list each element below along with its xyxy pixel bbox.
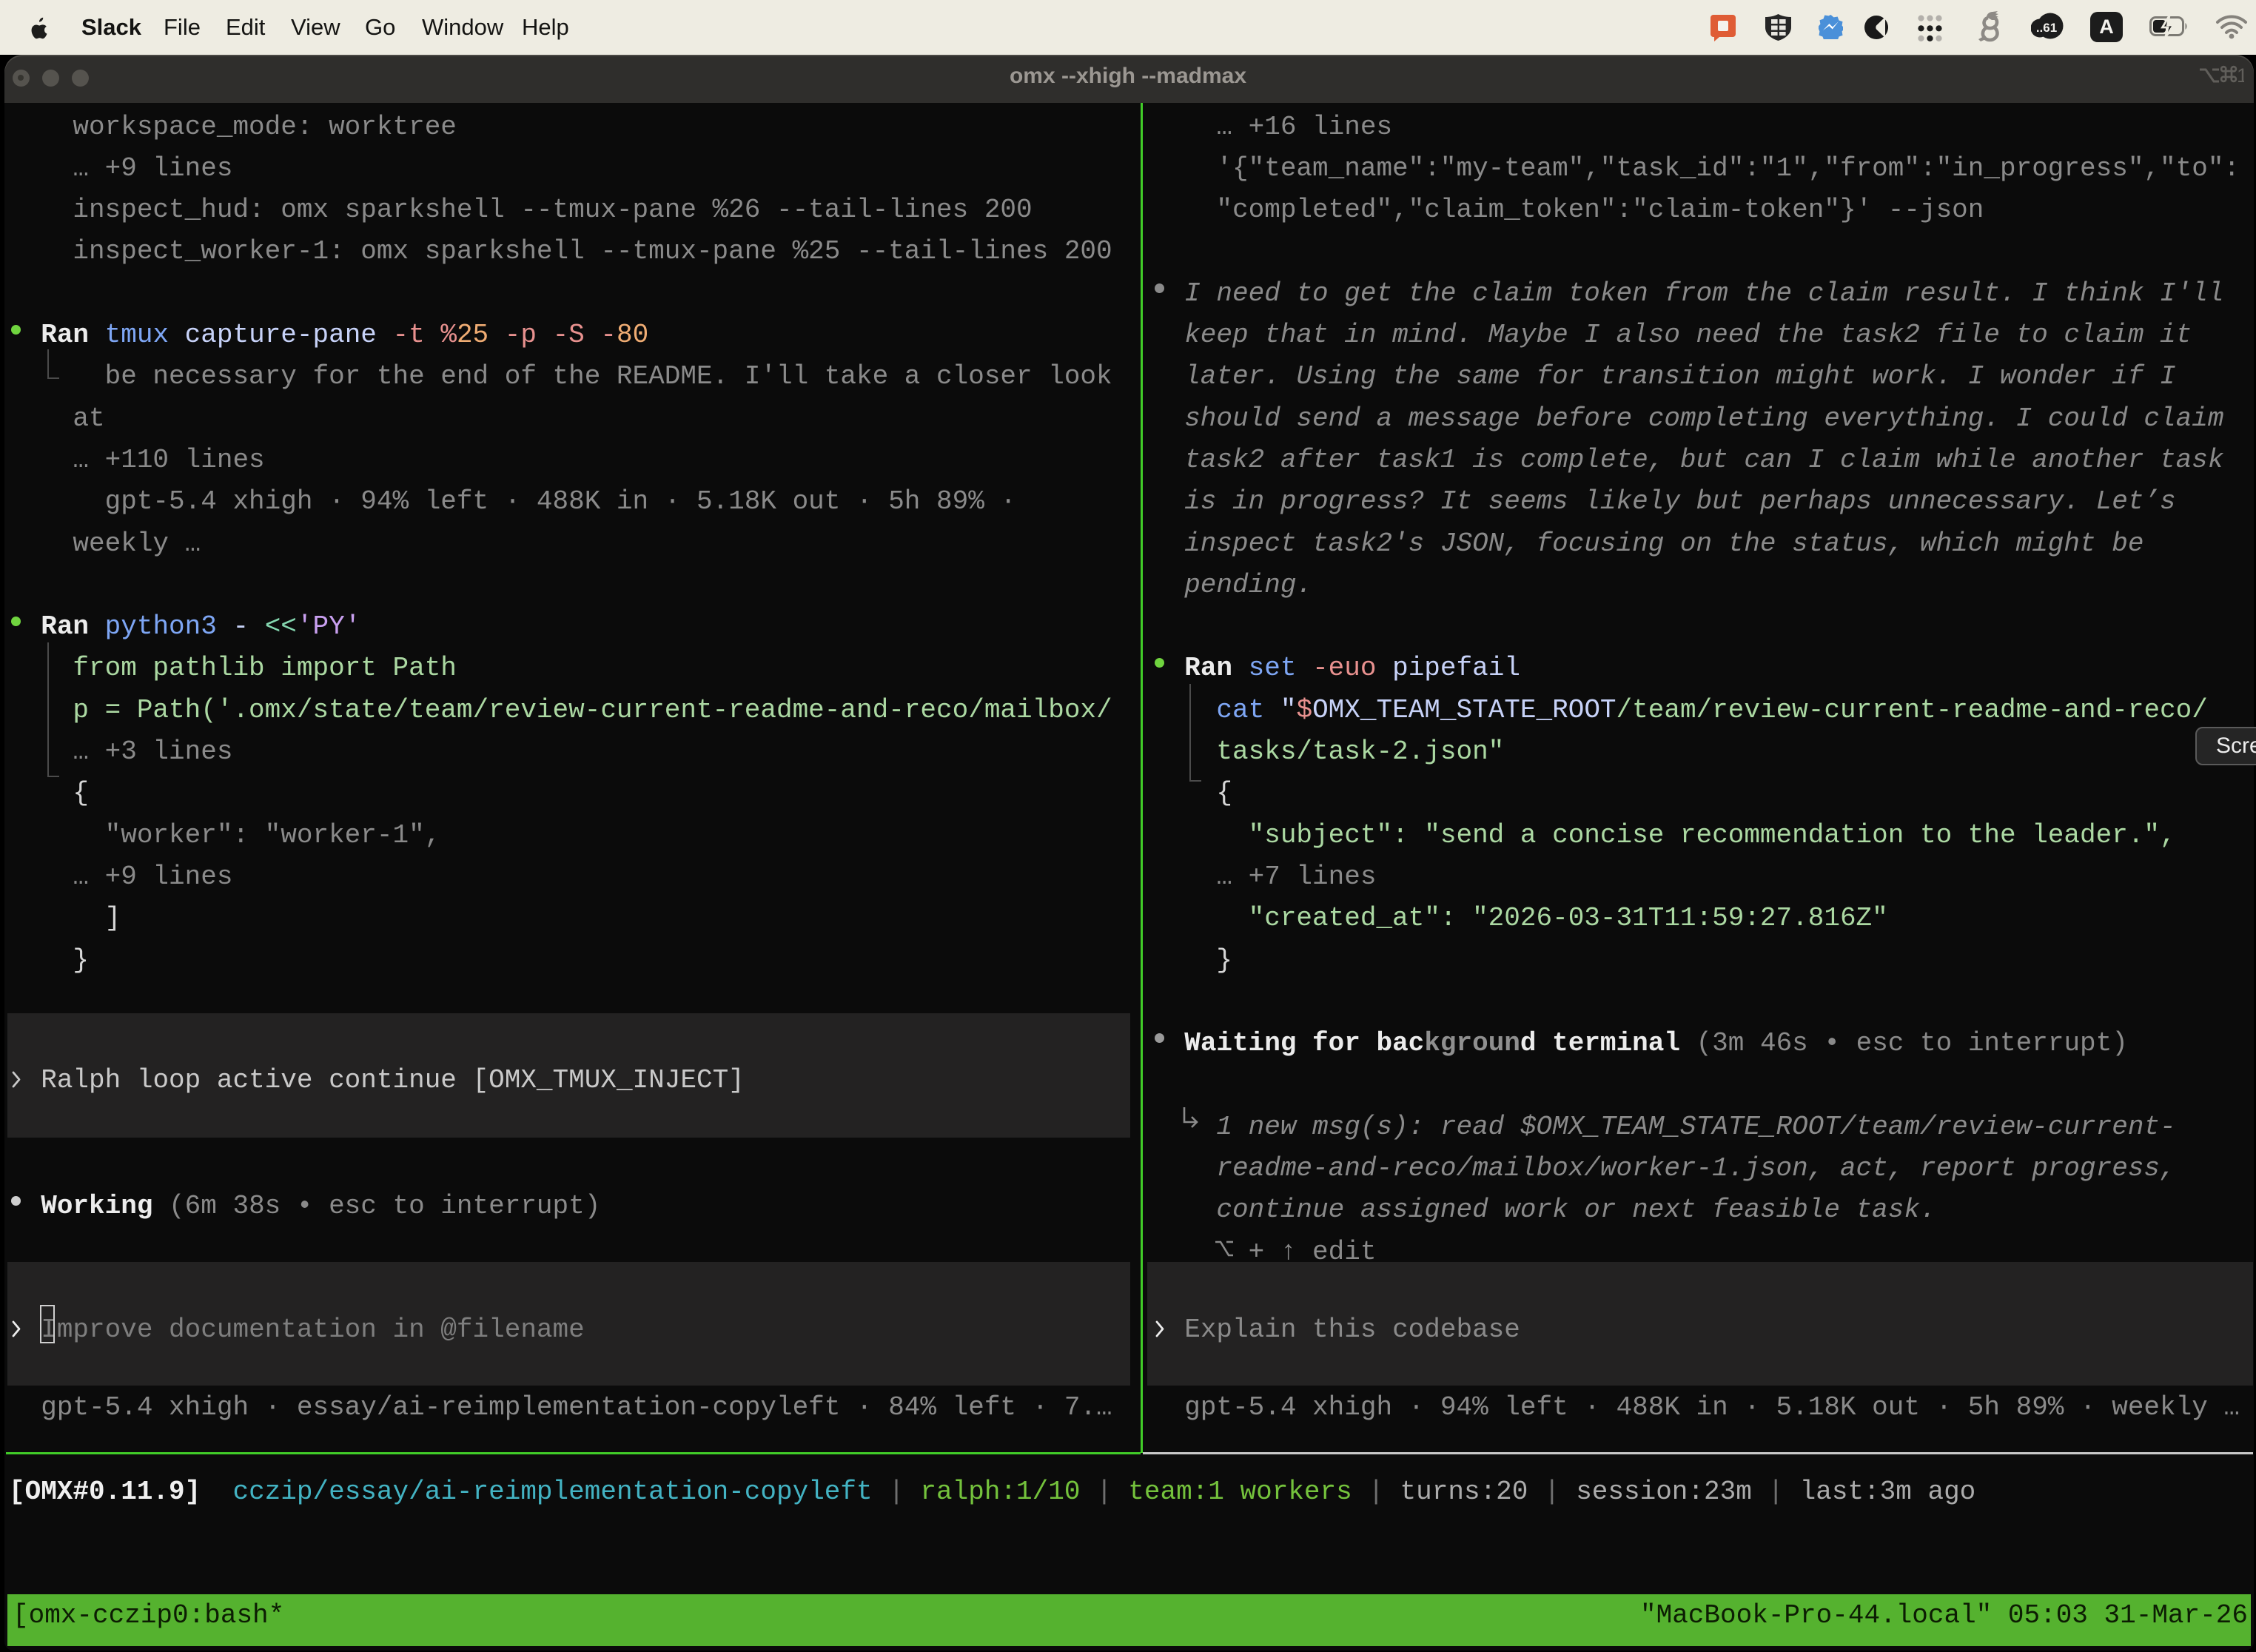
svg-text:..61: ..61 (2036, 21, 2057, 35)
svg-text:1: 1 (2237, 64, 2244, 87)
